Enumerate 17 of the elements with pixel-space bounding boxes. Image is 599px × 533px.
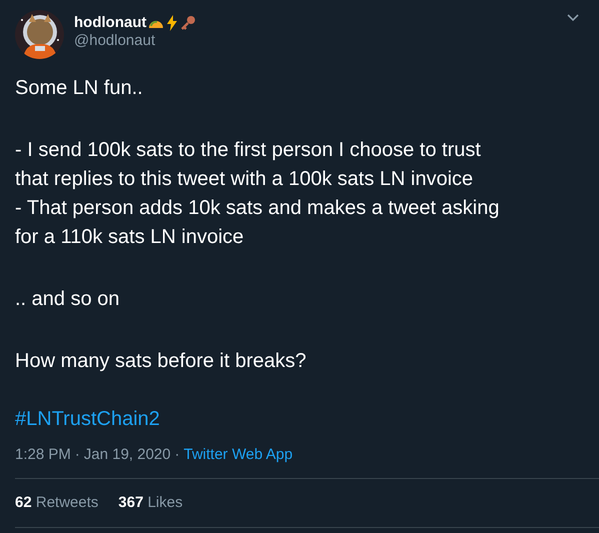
tweet-paragraph: .. and so on [15, 287, 120, 312]
tweet-date: Jan 19, 2020 [84, 446, 171, 463]
stat-link[interactable]: 62 Retweets [15, 494, 98, 511]
chevron-down-icon[interactable] [567, 14, 579, 22]
tweet-paragraph: - I send 100k sats to the first person I choose to trust that replies to this tweet with a 100k sats LN invoice - That person adds 10k sats and makes a tweet asking for a 110k sats LN invoice [15, 138, 500, 250]
key-icon [180, 14, 196, 30]
separator-dot: · [74, 446, 80, 463]
author-name[interactable]: hodlonaut [74, 14, 146, 31]
author-handle[interactable]: @hodlonaut [74, 32, 156, 49]
tweet-paragraph: Some LN fun.. [15, 76, 143, 101]
separator-dot: · [174, 446, 180, 463]
stat-link[interactable]: 367 Likes [118, 494, 183, 511]
lightning-icon [166, 14, 178, 30]
tweet-paragraph: How many sats before it breaks? [15, 349, 306, 374]
tweet-time: 1:28 PM [15, 446, 71, 463]
source-link[interactable]: Twitter Web App [184, 446, 293, 463]
hashtag-link[interactable]: #LNTrustChain2 [15, 405, 160, 434]
